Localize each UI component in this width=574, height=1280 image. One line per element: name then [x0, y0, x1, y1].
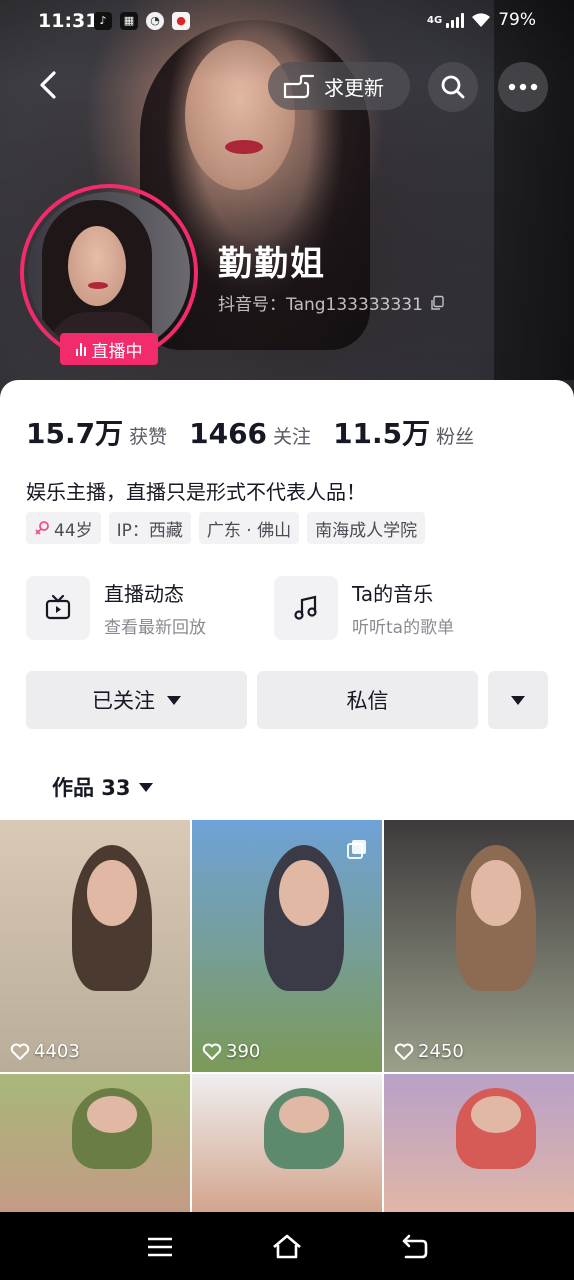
live-badge[interactable]: 直播中 — [60, 333, 158, 365]
tag-age: 44岁 — [26, 512, 101, 544]
like-count-text: 2450 — [418, 1041, 464, 1062]
thumbnail-figure-face — [471, 860, 521, 926]
thumbnail-figure-face — [471, 1096, 521, 1133]
caret-down-icon — [138, 782, 153, 792]
music-note-icon — [274, 576, 338, 640]
video-thumbnail[interactable] — [192, 1074, 382, 1214]
system-navigation-bar — [0, 1212, 574, 1280]
chevron-left-icon — [40, 71, 56, 99]
tv-icon — [26, 576, 90, 640]
more-dots-icon — [508, 83, 538, 91]
multi-image-icon — [347, 840, 366, 859]
live-label: 直播中 — [91, 341, 143, 362]
thumbnail-figure-face — [87, 860, 137, 926]
like-count-text: 390 — [226, 1041, 261, 1062]
status-time: 11:31 — [38, 10, 99, 32]
douyin-id-text: 抖音号：Tang133333331 — [218, 295, 423, 315]
copy-icon — [431, 295, 444, 310]
caret-down-icon — [167, 695, 181, 705]
stat-label: 关注 — [273, 426, 312, 448]
stats-row: 15.7万 获赞 1466 关注 11.5万 粉丝 — [26, 412, 496, 452]
works-tab-label: 作品 33 — [52, 776, 131, 800]
tag-ip-location: IP：西藏 — [108, 512, 191, 544]
search-icon — [441, 75, 465, 99]
heart-icon — [202, 1043, 222, 1060]
tag-label: 南海成人学院 — [315, 520, 418, 541]
following-button[interactable]: 已关注 — [26, 671, 247, 729]
douyin-id[interactable]: 抖音号：Tang133333331 — [218, 290, 445, 315]
tag-city[interactable]: 广东 · 佛山 — [198, 512, 300, 544]
back-nav-icon[interactable] — [400, 1232, 430, 1262]
heart-icon — [10, 1043, 30, 1060]
profile-tags: 44岁 IP：西藏 广东 · 佛山 南海成人学院 — [26, 512, 426, 544]
video-thumbnail[interactable] — [0, 1074, 190, 1214]
wifi-icon — [472, 13, 491, 27]
more-button[interactable] — [498, 62, 548, 112]
live-replay-shortcut[interactable]: 直播动态 查看最新回放 — [26, 576, 206, 640]
caret-down-icon — [511, 695, 525, 705]
thumbnail-figure-face — [87, 1096, 137, 1133]
back-button[interactable] — [28, 63, 72, 107]
like-count-text: 4403 — [34, 1041, 80, 1062]
video-thumbnail[interactable]: 4403 — [0, 820, 190, 1072]
search-button[interactable] — [428, 62, 478, 112]
tiktok-icon: ♪ — [94, 12, 112, 30]
stat-likes[interactable]: 15.7万 获赞 — [26, 412, 167, 452]
status-right: 4G 79% — [427, 10, 536, 30]
alert-app-icon: ● — [172, 12, 190, 30]
stat-label: 获赞 — [129, 426, 168, 448]
status-bar: 11:31 ♪ ▦ ◔ ● 4G 79% — [0, 0, 574, 44]
shortcut-title: 直播动态 — [104, 582, 184, 606]
tag-label: 广东 · 佛山 — [206, 520, 292, 541]
heart-icon — [394, 1043, 414, 1060]
shortcut-title: Ta的音乐 — [352, 582, 434, 606]
qr-code-icon: ▦ — [120, 12, 138, 30]
more-actions-button[interactable] — [488, 671, 548, 729]
thumbnail-figure-face — [279, 1096, 329, 1133]
like-count: 4403 — [10, 1041, 80, 1062]
tag-school[interactable]: 南海成人学院 — [307, 512, 426, 544]
live-bars-icon — [75, 342, 86, 356]
message-button[interactable]: 私信 — [257, 671, 478, 729]
bio-text: 娱乐主播，直播只是形式不代表人品！ — [26, 480, 366, 504]
stat-value: 11.5万 — [333, 417, 431, 450]
network-type: 4G — [427, 14, 443, 26]
stat-value: 15.7万 — [26, 417, 124, 450]
message-label: 私信 — [346, 689, 389, 713]
request-update-label: 求更新 — [324, 75, 384, 100]
female-icon — [35, 521, 49, 535]
stat-value: 1466 — [189, 417, 268, 450]
profile-name: 勤勤姐 — [218, 244, 326, 284]
video-thumbnail[interactable] — [384, 1074, 574, 1214]
stat-following[interactable]: 1466 关注 — [189, 417, 311, 450]
like-count: 2450 — [394, 1041, 464, 1062]
works-tab[interactable]: 作品 33 — [52, 772, 153, 802]
signal-icon — [446, 12, 465, 28]
request-update-button[interactable]: 求更新 — [268, 62, 410, 110]
shortcut-subtitle: 听听ta的歌单 — [352, 618, 455, 638]
shortcut-subtitle: 查看最新回放 — [104, 618, 206, 638]
tag-label: 44岁 — [54, 520, 93, 541]
pointing-hand-icon — [283, 74, 315, 99]
profile-content: 15.7万 获赞 1466 关注 11.5万 粉丝 娱乐主播，直播只是形式不代表… — [0, 380, 574, 820]
following-label: 已关注 — [92, 689, 155, 713]
like-count: 390 — [202, 1041, 260, 1062]
menu-icon[interactable] — [145, 1232, 175, 1262]
battery-percent: 79% — [498, 10, 536, 30]
stat-followers[interactable]: 11.5万 粉丝 — [333, 412, 474, 452]
video-grid: 4403 390 2450 — [0, 820, 574, 1214]
compass-icon: ◔ — [146, 12, 164, 30]
status-app-icons: ♪ ▦ ◔ ● — [94, 12, 190, 30]
stat-label: 粉丝 — [436, 426, 475, 448]
thumbnail-figure-face — [279, 860, 329, 926]
music-shortcut[interactable]: Ta的音乐 听听ta的歌单 — [274, 576, 454, 640]
home-icon[interactable] — [272, 1232, 302, 1262]
video-thumbnail[interactable]: 2450 — [384, 820, 574, 1072]
tag-label: IP：西藏 — [116, 520, 183, 541]
video-thumbnail[interactable]: 390 — [192, 820, 382, 1072]
